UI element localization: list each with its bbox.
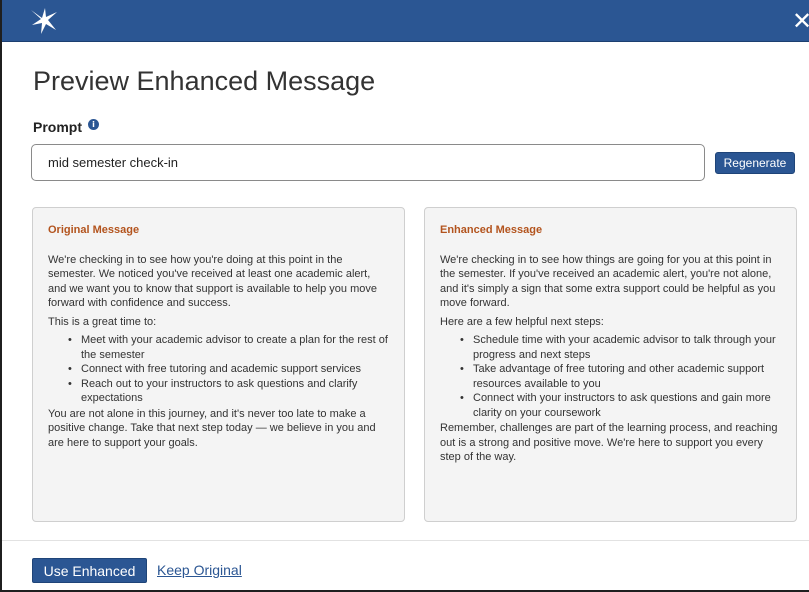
prompt-input[interactable] xyxy=(31,144,705,181)
original-message-list: Meet with your academic advisor to creat… xyxy=(48,333,388,406)
original-message-lead: This is a great time to: xyxy=(48,315,157,328)
footer-divider xyxy=(2,540,809,541)
list-item: Meet with your academic advisor to creat… xyxy=(48,333,388,362)
regenerate-button[interactable]: Regenerate xyxy=(715,152,795,174)
list-item: Take advantage of free tutoring and othe… xyxy=(440,362,780,391)
original-message-title: Original Message xyxy=(48,224,140,236)
enhanced-message-intro: We're checking in to see how things are … xyxy=(440,253,776,310)
list-item: Reach out to your instructors to ask que… xyxy=(48,377,388,406)
original-message-intro: We're checking in to see how you're doin… xyxy=(48,253,377,310)
dialog-title: Preview Enhanced Message xyxy=(33,66,376,96)
original-message-closing: You are not alone in this journey, and i… xyxy=(48,407,376,449)
original-message-panel: Original Message We're checking in to se… xyxy=(32,207,405,522)
list-item: Connect with your instructors to ask que… xyxy=(440,391,780,420)
enhanced-message-panel: Enhanced Message We're checking in to se… xyxy=(424,207,797,522)
keep-original-link[interactable]: Keep Original xyxy=(157,562,242,578)
star-burst-logo-icon xyxy=(31,8,57,34)
enhanced-message-list: Schedule time with your academic advisor… xyxy=(440,333,780,420)
list-item: Connect with free tutoring and academic … xyxy=(48,362,388,377)
prompt-label: Prompt xyxy=(33,119,82,135)
prompt-label-row: Prompt i xyxy=(33,118,99,135)
close-icon[interactable]: ✕ xyxy=(792,7,809,35)
dialog-frame: ✕ Preview Enhanced Message Prompt i Rege… xyxy=(0,0,809,592)
enhanced-message-closing: Remember, challenges are part of the lea… xyxy=(440,422,778,463)
list-item: Schedule time with your academic advisor… xyxy=(440,333,780,362)
use-enhanced-button[interactable]: Use Enhanced xyxy=(32,558,147,583)
enhanced-message-lead: Here are a few helpful next steps: xyxy=(440,315,604,328)
dialog-header: ✕ xyxy=(2,0,809,42)
info-icon[interactable]: i xyxy=(88,118,99,130)
enhanced-message-title: Enhanced Message xyxy=(440,224,543,236)
